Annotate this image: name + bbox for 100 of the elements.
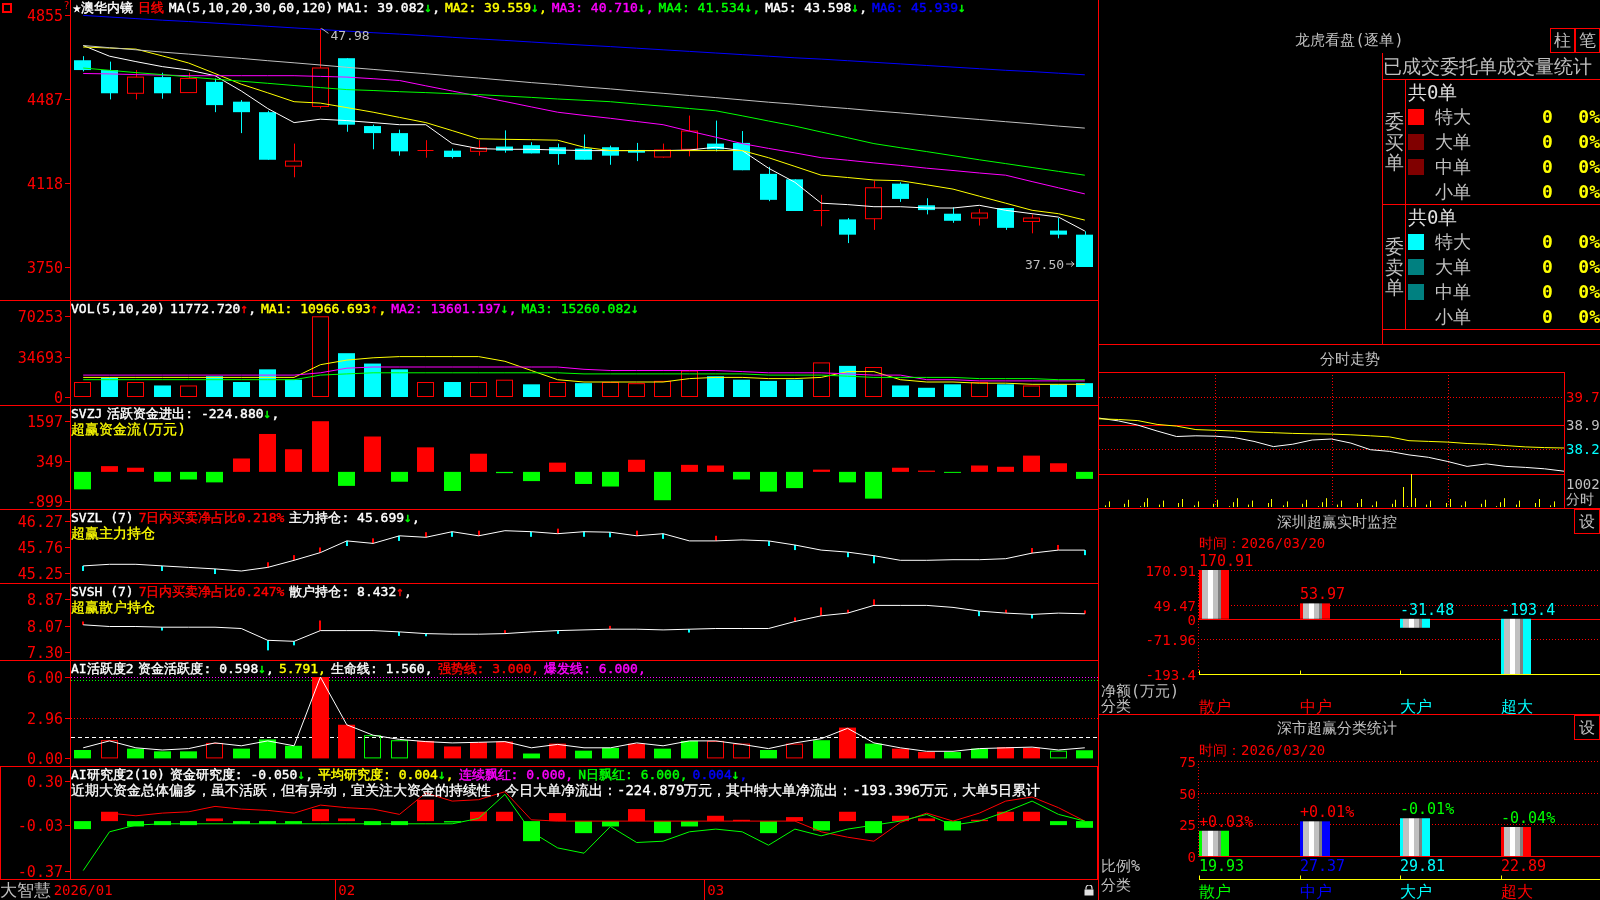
square-icon[interactable] xyxy=(2,3,12,13)
change-label: -0.01% xyxy=(1400,800,1455,819)
axis-label: 8.07 xyxy=(26,617,63,636)
axis-label: 75 xyxy=(1179,753,1196,770)
candle xyxy=(786,178,803,212)
header-text: 0.004↓, xyxy=(692,767,748,782)
axis-label: -0.37 xyxy=(17,862,63,881)
axis-title: 比例% xyxy=(1101,857,1141,875)
change-label: -0.04% xyxy=(1501,809,1556,827)
order-count: 0 xyxy=(1542,255,1553,278)
settings-button[interactable]: 设 xyxy=(1574,509,1600,534)
candle xyxy=(944,206,961,224)
chart-pane[interactable]: 0.00 2.96 6.00 AI活跃度2 资金活跃度: 0.598↓, 5.791, 生命线: 1.560, 强势线: 3.000, 爆发线: 6.000, xyxy=(0,660,1098,766)
order-size-label: 大单 xyxy=(1435,255,1471,278)
candle xyxy=(997,207,1014,231)
chart-pane[interactable]: -899 349 1597 SVZJ 活跃资金进出: -224.880↓, 超赢资金流(万元) xyxy=(0,405,1098,509)
candle xyxy=(892,181,909,203)
axis-label: 6.00 xyxy=(26,668,63,687)
category-label: 中户 xyxy=(1300,881,1332,900)
header-text: 散户持仓: 8.432↑, xyxy=(289,584,412,599)
chart-pane[interactable]: 0 34693 70253 VOL(5,10,20) 11772.720↑, MA1: 10966.693↑, MA2: 13601.197↓, MA3: 15260.082↓ xyxy=(0,300,1098,405)
panel-title: 深圳超赢实时监控 xyxy=(1276,511,1397,532)
axis-label: 349 xyxy=(35,452,63,471)
candle xyxy=(154,72,171,100)
candle xyxy=(707,120,724,152)
view-button[interactable]: 笔 xyxy=(1575,28,1600,53)
date-label: 2026/01 xyxy=(53,882,113,898)
lock-icon[interactable] xyxy=(1084,885,1094,896)
panel-title: 分时走势 xyxy=(1319,348,1380,369)
axis-label: 0.00 xyxy=(26,749,63,766)
candle xyxy=(971,208,988,227)
order-size-label: 中单 xyxy=(1435,280,1471,303)
chart-pane[interactable]: -0.37 -0.03 0.30 2026/01 02 03 AI研究度2(10) 资金研究度: -0.050↓, 平均研究度: 0.004↓, 连续飘红: 0.000, N日飘红: 6.000, 0.004↓, 近期大资金总体偏多，虽不活跃，但有异动，宜关注大资金的持续性，今日大单净流出：-224.879万元，其中特大单净流出：-193.396万元，大单5日累计 大智慧 xyxy=(0,766,1098,900)
table-title: 已成交委托单成交量统计 xyxy=(1383,54,1592,78)
settings-button[interactable]: 设 xyxy=(1574,715,1600,740)
header-text: 爆发线: 6.000, xyxy=(544,661,646,676)
panel-title: 龙虎看盘(逐单) xyxy=(1295,30,1404,50)
order-count: 0 xyxy=(1542,280,1553,303)
header-text: 资金活跃度: 0.598↓, xyxy=(138,661,274,676)
order-percent: 0% xyxy=(1578,280,1600,303)
header-text: 强势线: 3.000, xyxy=(437,661,540,676)
order-count: 0 xyxy=(1542,105,1553,128)
candle xyxy=(654,143,671,159)
order-total: 共0单 xyxy=(1408,81,1458,103)
axis-label: 0 xyxy=(1187,611,1196,628)
order-percent: 0% xyxy=(1578,230,1600,253)
panel-title: 深市超赢分类统计 xyxy=(1276,717,1397,738)
value-label: 170.91 xyxy=(1199,552,1254,570)
order-count: 0 xyxy=(1542,305,1553,328)
order-size-label: 中单 xyxy=(1435,155,1471,178)
candle xyxy=(918,197,935,215)
axis-label: 3750 xyxy=(26,258,63,277)
chart-pane[interactable]: 7.30 8.07 8.87 SVSH (7) 7日内买卖净占比0.247% 散户持仓: 8.432↑, 超赢散户持仓 xyxy=(0,583,1098,660)
header-text: SVSH (7) xyxy=(71,584,134,599)
category-label: 大户 xyxy=(1400,696,1432,714)
candle xyxy=(1023,213,1040,234)
candle xyxy=(813,194,830,227)
candle xyxy=(74,55,91,72)
axis-label: 0 xyxy=(53,388,63,405)
header-text: MA(5,10,20,30,60,120) xyxy=(168,0,334,15)
candle xyxy=(549,143,566,166)
candle xyxy=(391,129,408,157)
help-mark[interactable]: ? xyxy=(63,0,70,11)
candle xyxy=(602,145,619,166)
axis-label: 7.30 xyxy=(26,643,63,660)
header-text: N日飘红: 6.000, xyxy=(578,767,688,782)
order-size-label: 小单 xyxy=(1435,305,1471,328)
header-text: 生命线: 1.560, xyxy=(330,661,433,676)
order-count: 0 xyxy=(1542,230,1553,253)
header-text: AI活跃度2 xyxy=(71,661,134,676)
candle xyxy=(1050,217,1067,239)
order-percent: 0% xyxy=(1578,105,1600,128)
header-text: MA4: 41.534↓, xyxy=(658,0,761,15)
axis-label: 4118 xyxy=(26,174,63,193)
low-price-label: 37.50 xyxy=(1025,256,1075,272)
axis-label: 0.30 xyxy=(26,772,63,791)
header-text: 5.791, xyxy=(278,661,326,676)
header-text: 7日内买卖净占比0.218% xyxy=(138,510,285,525)
axis-label: 70253 xyxy=(17,307,63,326)
chart-pane[interactable]: 45.25 45.76 46.27 SVZL (7) 7日内买卖净占比0.218% 主力持仓: 45.699↓, 超赢主力持仓 xyxy=(0,509,1098,583)
value-label: -193.4 xyxy=(1501,600,1556,619)
order-count: 0 xyxy=(1542,180,1553,203)
candle xyxy=(1076,230,1093,268)
candle xyxy=(628,142,645,162)
side-label: 委买单 xyxy=(1384,110,1404,174)
view-button[interactable]: 柱 xyxy=(1550,28,1575,53)
header-text: MA3: 40.710↓, xyxy=(551,0,654,15)
time-label: 时间：2026/03/20 xyxy=(1199,535,1326,551)
header-text: 主力持仓: 45.699↓, xyxy=(289,510,420,525)
axis-label: 39.7 xyxy=(1566,389,1600,405)
category-label: 大户 xyxy=(1400,881,1432,900)
indicator-caption: 近期大资金总体偏多，虽不活跃，但有异动，宜关注大资金的持续性，今日大单净流出：-224.879万元，其中特大单净流出：-193.396万元，大单5日累计 xyxy=(71,782,1041,798)
axis-label: 45.76 xyxy=(17,538,63,557)
value-label: -31.48 xyxy=(1400,600,1455,619)
candle xyxy=(760,166,777,202)
order-percent: 0% xyxy=(1578,130,1600,153)
header-text: MA1: 39.082↓, xyxy=(338,0,440,15)
axis-label: 50 xyxy=(1179,785,1196,802)
candle xyxy=(206,77,223,113)
axis-label: 49.47 xyxy=(1153,597,1196,614)
